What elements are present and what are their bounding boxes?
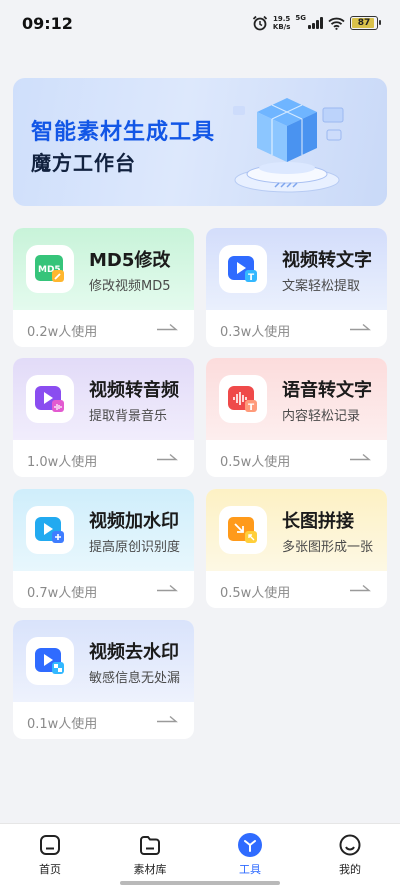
status-time: 09:12 <box>22 14 73 33</box>
folder-icon <box>137 832 163 858</box>
tool-usage: 0.3w人使用 <box>220 325 291 340</box>
tool-usage: 0.5w人使用 <box>220 586 291 601</box>
svg-text:T: T <box>248 403 255 413</box>
status-bar: 09:12 19.5 KB/s 5G 87 <box>0 0 400 48</box>
tool-subtitle: 敏感信息无处漏 <box>89 671 181 686</box>
arrow-right-icon <box>157 715 178 723</box>
nav-library[interactable]: 素材库 <box>100 832 200 877</box>
arrow-right-icon <box>157 323 178 331</box>
long-image-stitch-icon <box>219 506 267 554</box>
tool-card-voice-to-text[interactable]: T 语音转文字 内容轻松记录 0.5w人使用 <box>206 358 387 477</box>
home-indicator[interactable] <box>120 881 280 885</box>
nav-home[interactable]: 首页 <box>0 832 100 877</box>
nav-label: 素材库 <box>133 863 167 876</box>
nav-label: 我的 <box>339 863 361 876</box>
tool-subtitle: 多张图形成一张 <box>282 540 374 555</box>
tool-subtitle: 文案轻松提取 <box>282 279 361 294</box>
voice-to-text-icon: T <box>219 375 267 423</box>
tool-card-video-watermark-remove[interactable]: 视频去水印 敏感信息无处漏 0.1w人使用 <box>13 620 194 739</box>
signal-icon <box>308 17 323 29</box>
tool-subtitle: 修改视频MD5 <box>89 279 171 294</box>
tool-title: 视频加水印 <box>89 511 179 532</box>
nav-profile[interactable]: 我的 <box>300 832 400 877</box>
tool-title: 视频转音频 <box>89 380 179 401</box>
nav-tools[interactable]: 工具 <box>200 832 300 877</box>
tool-card-video-watermark-add[interactable]: 视频加水印 提高原创识别度 0.7w人使用 <box>13 489 194 608</box>
tool-usage: 0.2w人使用 <box>27 325 98 340</box>
video-watermark-remove-icon <box>26 637 74 685</box>
tool-card-long-image-stitch[interactable]: 长图拼接 多张图形成一张 0.5w人使用 <box>206 489 387 608</box>
tool-title: 视频去水印 <box>89 642 179 663</box>
battery-level: 87 <box>357 18 371 28</box>
wifi-icon <box>328 17 345 30</box>
arrow-right-icon <box>157 584 178 592</box>
tool-card-video-to-text[interactable]: T 视频转文字 文案轻松提取 0.3w人使用 <box>206 228 387 347</box>
tool-subtitle: 提高原创识别度 <box>89 540 181 555</box>
cube-illustration <box>233 98 344 193</box>
promo-banner[interactable]: 智能素材生成工具 魔方工作台 <box>13 78 387 206</box>
battery-icon: 87 <box>350 16 381 30</box>
net-speed: 19.5 KB/s <box>272 15 291 31</box>
tools-icon <box>237 832 263 858</box>
status-icons: 19.5 KB/s 5G 87 <box>252 13 381 33</box>
arrow-right-icon <box>350 323 371 331</box>
tool-usage: 1.0w人使用 <box>27 455 98 470</box>
home-icon <box>37 832 63 858</box>
video-watermark-add-icon <box>26 506 74 554</box>
tool-usage: 0.5w人使用 <box>220 455 291 470</box>
alarm-icon <box>252 15 268 31</box>
tool-usage: 0.1w人使用 <box>27 717 98 732</box>
tool-subtitle: 提取背景音乐 <box>89 409 168 424</box>
network-type: 5G <box>295 14 306 22</box>
md5-edit-icon: MD5 <box>26 245 74 293</box>
tool-card-video-to-audio[interactable]: 视频转音频 提取背景音乐 1.0w人使用 <box>13 358 194 477</box>
tool-title: 视频转文字 <box>282 250 372 271</box>
svg-text:T: T <box>248 273 255 283</box>
arrow-right-icon <box>157 453 178 461</box>
video-to-audio-icon <box>26 375 74 423</box>
tool-title: 长图拼接 <box>282 511 354 532</box>
bottom-nav: 首页 素材库 工具 我的 <box>0 823 400 889</box>
banner-title: 智能素材生成工具 <box>31 120 216 145</box>
tool-title: MD5修改 <box>89 250 171 271</box>
banner-subtitle: 魔方工作台 <box>31 151 136 175</box>
tool-card-md5[interactable]: MD5 MD5修改 修改视频MD5 0.2w人使用 <box>13 228 194 347</box>
tool-title: 语音转文字 <box>282 380 372 401</box>
nav-label: 工具 <box>239 863 261 876</box>
arrow-right-icon <box>350 584 371 592</box>
nav-label: 首页 <box>39 863 61 876</box>
profile-icon <box>337 832 363 858</box>
arrow-right-icon <box>350 453 371 461</box>
tool-usage: 0.7w人使用 <box>27 586 98 601</box>
video-to-text-icon: T <box>219 245 267 293</box>
tool-subtitle: 内容轻松记录 <box>282 409 361 424</box>
